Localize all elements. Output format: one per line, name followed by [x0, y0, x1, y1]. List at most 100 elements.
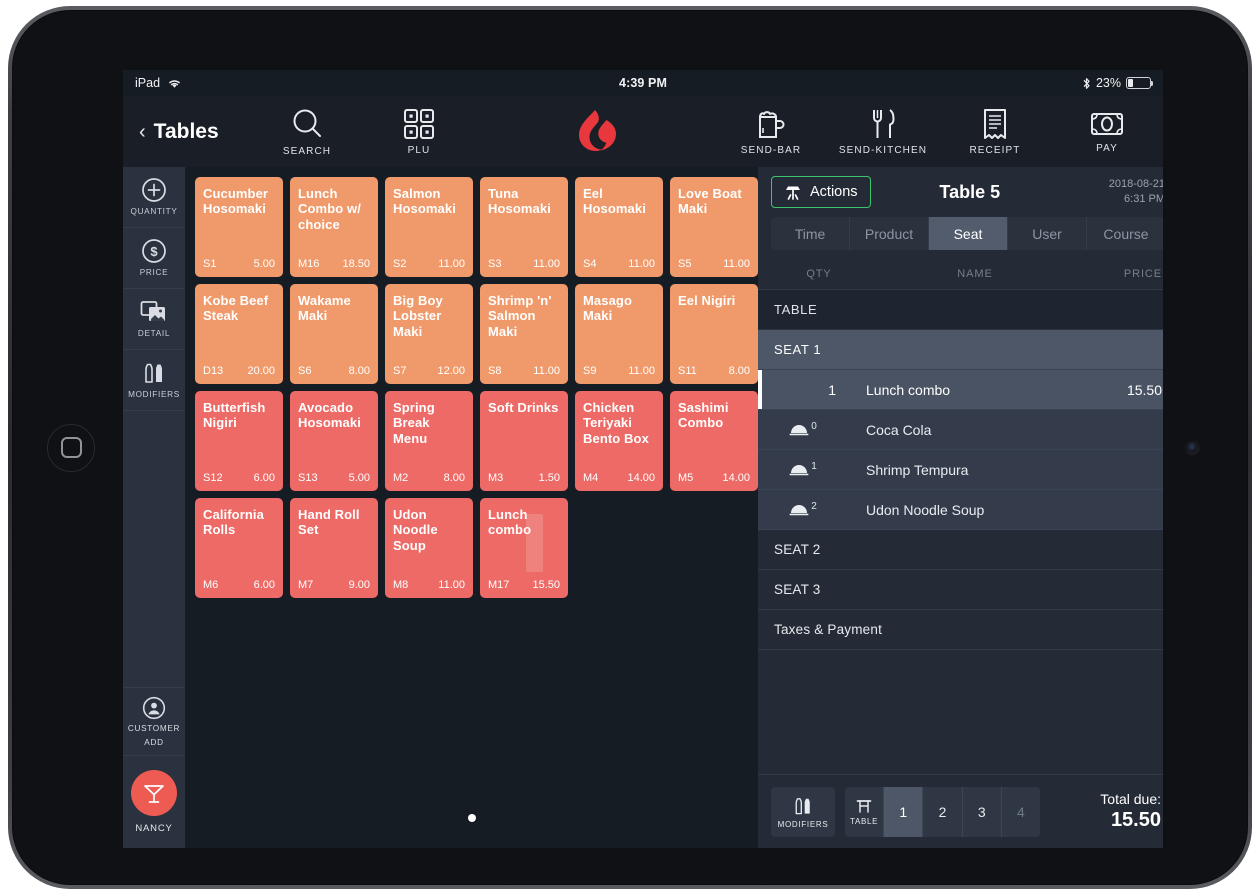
- front-camera-icon: [1186, 441, 1199, 454]
- cloche-icon: [789, 503, 809, 516]
- seat-option-1[interactable]: 1: [884, 786, 924, 837]
- current-user-button[interactable]: NANCY: [123, 756, 185, 848]
- product-tile[interactable]: Spring Break Menu M2 8.00: [385, 391, 473, 491]
- product-tile[interactable]: Cucumber Hosomaki S1 5.00: [195, 177, 283, 277]
- product-tile[interactable]: Sashimi Combo M5 14.00: [670, 391, 758, 491]
- product-tile-name: Shrimp 'n' Salmon Maki: [488, 293, 552, 339]
- product-tile[interactable]: Butterfish Nigiri S12 6.00: [195, 391, 283, 491]
- product-tile[interactable]: Tuna Hosomaki S3 11.00: [480, 177, 568, 277]
- total-due-label: Total due:: [1100, 791, 1161, 807]
- receipt-button[interactable]: RECEIPT: [939, 96, 1051, 167]
- product-tile-price: 11.00: [533, 365, 560, 377]
- order-modifier-row[interactable]: 2 Udon Noodle Soup: [758, 490, 1163, 530]
- product-tile[interactable]: California Rolls M6 6.00: [195, 498, 283, 598]
- order-modifier-row[interactable]: 1 Shrimp Tempura: [758, 450, 1163, 490]
- column-header-name: NAME: [957, 268, 993, 280]
- product-tile[interactable]: Wakame Maki S6 8.00: [290, 284, 378, 384]
- product-tile-name: Love Boat Maki: [678, 186, 742, 217]
- order-item-price: 15.50: [1126, 381, 1162, 398]
- product-tile-code: M8: [393, 579, 409, 591]
- seat-option-4[interactable]: 4: [1002, 787, 1040, 837]
- product-tile-name: California Rolls: [203, 507, 264, 538]
- product-tile-footer: S4 11.00: [583, 258, 655, 270]
- product-tile[interactable]: Love Boat Maki S5 11.00: [670, 177, 758, 277]
- seat-option-table[interactable]: TABLE: [845, 786, 885, 837]
- order-modifier-course: 0: [758, 421, 848, 436]
- product-tile[interactable]: Lunch combo M17 15.50: [480, 498, 568, 598]
- search-icon: [290, 107, 324, 141]
- product-tile-footer: S2 11.00: [393, 258, 465, 270]
- search-button[interactable]: SEARCH: [251, 96, 363, 167]
- order-item-row[interactable]: 1 Lunch combo 15.50: [758, 370, 1163, 410]
- rail-label-price: PRICE: [139, 268, 169, 278]
- table-actions-icon: [784, 184, 802, 200]
- product-tile-code: S13: [298, 472, 318, 484]
- product-tile-code: S7: [393, 365, 407, 377]
- customer-add-button[interactable]: CUSTOMER ADD: [123, 688, 185, 756]
- seat-option-2[interactable]: 2: [923, 786, 963, 837]
- product-tile-name: Eel Hosomaki: [583, 186, 646, 217]
- tab-time[interactable]: Time: [771, 217, 850, 250]
- banknote-icon: [1090, 110, 1124, 138]
- send-bar-button[interactable]: SEND-BAR: [715, 96, 827, 167]
- plu-button[interactable]: PLU: [363, 96, 475, 167]
- pay-button[interactable]: PAY: [1051, 96, 1163, 167]
- tab-seat[interactable]: Seat: [929, 217, 1008, 250]
- seat-option-3[interactable]: 3: [963, 786, 1002, 837]
- order-group-row[interactable]: TABLE: [758, 290, 1163, 330]
- product-tile[interactable]: Salmon Hosomaki S2 11.00: [385, 177, 473, 277]
- tab-course[interactable]: Course: [1087, 217, 1163, 250]
- column-header-price: PRICE: [1123, 268, 1162, 280]
- send-kitchen-button[interactable]: SEND-KITCHEN: [827, 96, 939, 167]
- rail-item-quantity[interactable]: QUANTITY: [123, 167, 185, 228]
- rail-label-detail: DETAIL: [137, 329, 171, 339]
- product-tile[interactable]: Masago Maki S9 11.00: [575, 284, 663, 384]
- page-dot[interactable]: [467, 814, 476, 822]
- product-tile-footer: S9 11.00: [583, 365, 655, 377]
- order-modifier-course-number: 2: [811, 501, 817, 512]
- modifiers-shakers-icon: [141, 360, 167, 386]
- home-button[interactable]: [47, 423, 95, 472]
- product-tile[interactable]: Hand Roll Set M7 9.00: [290, 498, 378, 598]
- order-group-row[interactable]: SEAT 1: [758, 330, 1163, 370]
- product-tile[interactable]: Kobe Beef Steak D13 20.00: [195, 284, 283, 384]
- device-name-label: iPad: [135, 76, 161, 90]
- rail-item-price[interactable]: $ PRICE: [123, 228, 185, 289]
- product-tile[interactable]: Udon Noodle Soup M8 11.00: [385, 498, 473, 598]
- product-tile[interactable]: Chicken Teriyaki Bento Box M4 14.00: [575, 391, 663, 491]
- product-tile[interactable]: Shrimp 'n' Salmon Maki S8 11.00: [480, 284, 568, 384]
- product-tile-footer: S5 11.00: [678, 258, 750, 270]
- order-group-row[interactable]: Taxes & Payment: [758, 610, 1163, 650]
- product-tile-name: Lunch Combo w/ choice: [298, 186, 361, 232]
- total-due-value: 15.50: [1110, 809, 1161, 831]
- main-body: QUANTITY $ PRICE DETAIL MODIFIERS CUSTOM…: [123, 167, 1163, 848]
- rail-item-modifiers[interactable]: MODIFIERS: [123, 350, 185, 411]
- tab-product[interactable]: Product: [850, 217, 929, 250]
- back-to-tables-button[interactable]: ‹ Tables: [123, 96, 251, 167]
- ipad-bezel: iPad 4:39 PM 23% ‹ Tables SEARCH PLU SEN…: [12, 10, 1248, 885]
- product-tile[interactable]: Eel Hosomaki S4 11.00: [575, 177, 663, 277]
- product-tile[interactable]: Avocado Hosomaki S13 5.00: [290, 391, 378, 491]
- order-line-list: TABLE SEAT 1 1 Lunch combo 15.50 0 Coca Cola 1 S…: [758, 290, 1163, 774]
- seat-selector: TABLE 1 2 3 4: [845, 786, 1040, 837]
- detail-images-icon: [140, 299, 168, 325]
- page-title: Table 5: [939, 181, 1001, 202]
- tab-user[interactable]: User: [1008, 217, 1087, 250]
- product-tile-code: M7: [298, 579, 314, 591]
- product-tile-code: S11: [678, 365, 697, 377]
- footer-modifiers-button[interactable]: MODIFIERS: [771, 786, 835, 837]
- grid-pagination-dots[interactable]: [185, 814, 758, 822]
- order-group-row[interactable]: SEAT 3: [758, 570, 1163, 610]
- product-tile-footer: S12 6.00: [203, 472, 275, 484]
- product-tile-price: 11.00: [723, 258, 750, 270]
- product-tile[interactable]: Soft Drinks M3 1.50: [480, 391, 568, 491]
- product-tile[interactable]: Eel Nigiri S11 8.00: [670, 284, 758, 384]
- back-to-tables-label: Tables: [153, 119, 219, 143]
- order-group-row[interactable]: SEAT 2: [758, 530, 1163, 570]
- actions-button[interactable]: Actions: [771, 176, 871, 208]
- order-modifier-row[interactable]: 0 Coca Cola: [758, 410, 1163, 450]
- seat-option-label: 4: [1017, 803, 1025, 820]
- product-tile[interactable]: Lunch Combo w/ choice M16 18.50: [290, 177, 378, 277]
- product-tile[interactable]: Big Boy Lobster Maki S7 12.00: [385, 284, 473, 384]
- rail-item-detail[interactable]: DETAIL: [123, 289, 185, 350]
